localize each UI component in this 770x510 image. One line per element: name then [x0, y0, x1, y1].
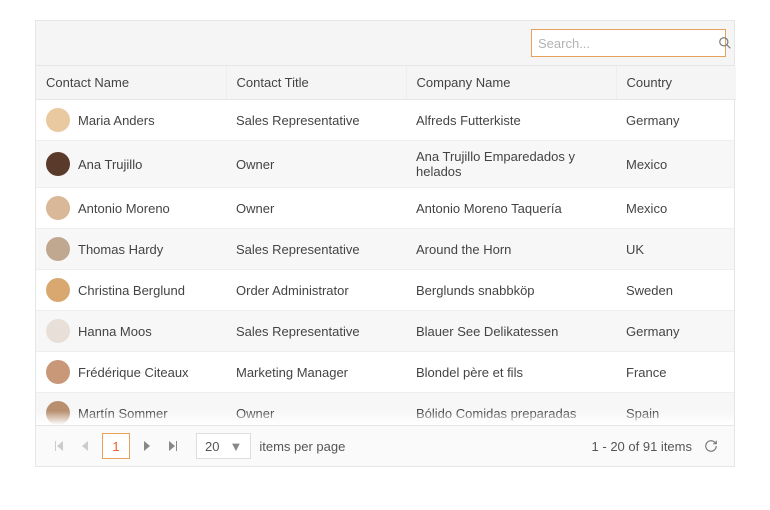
cell-contact-title: Order Administrator	[226, 270, 406, 311]
cell-country: UK	[616, 229, 734, 270]
cell-contact-title: Owner	[226, 141, 406, 188]
grid-header-table: Contact Name Contact Title Company Name …	[36, 66, 736, 100]
table-row[interactable]: Thomas Hardy Sales RepresentativeAround t…	[36, 229, 734, 270]
search-input[interactable]	[538, 36, 714, 51]
grid-toolbar	[36, 21, 734, 66]
cell-company-name: Around the Horn	[406, 229, 616, 270]
column-header-country[interactable]: Country	[616, 66, 736, 100]
chevron-down-icon: ▼	[229, 439, 242, 454]
pager-last-button[interactable]	[160, 433, 186, 459]
cell-contact-title: Sales Representative	[226, 100, 406, 141]
avatar	[46, 152, 70, 176]
avatar	[46, 360, 70, 384]
items-per-page-label: items per page	[259, 439, 345, 454]
cell-contact-title: Owner	[226, 188, 406, 229]
avatar	[46, 319, 70, 343]
table-row[interactable]: Antonio Moreno OwnerAntonio Moreno Taquer…	[36, 188, 734, 229]
cell-country: Sweden	[616, 270, 734, 311]
page-size-select[interactable]: 20 ▼	[196, 433, 251, 459]
cell-country: Spain	[616, 393, 734, 426]
search-icon	[718, 36, 732, 50]
cell-country: Mexico	[616, 141, 734, 188]
grid-body: Maria AndersSales RepresentativeAlfreds …	[36, 100, 734, 425]
pager-status: 1 - 20 of 91 items	[592, 439, 692, 454]
pager: 1 20 ▼ items per page 1 - 20 of 91 items	[36, 425, 734, 466]
avatar	[46, 401, 70, 425]
cell-contact-title: Sales Representative	[226, 229, 406, 270]
table-row[interactable]: Hanna Moos Sales RepresentativeBlauer See…	[36, 311, 734, 352]
cell-contact-name: Ana Trujillo	[78, 157, 142, 172]
page-size-value: 20	[205, 439, 219, 454]
pager-prev-button[interactable]	[72, 433, 98, 459]
cell-contact-name: Frédérique Citeaux	[78, 365, 189, 380]
cell-contact-title: Marketing Manager	[226, 352, 406, 393]
avatar	[46, 237, 70, 261]
column-header-contact-name[interactable]: Contact Name	[36, 66, 226, 100]
pager-first-button[interactable]	[46, 433, 72, 459]
pager-next-button[interactable]	[134, 433, 160, 459]
avatar	[46, 108, 70, 132]
cell-country: France	[616, 352, 734, 393]
cell-country: Mexico	[616, 188, 734, 229]
cell-company-name: Blondel père et fils	[406, 352, 616, 393]
table-row[interactable]: Christina Berglund Order AdministratorBer…	[36, 270, 734, 311]
avatar	[46, 278, 70, 302]
column-header-company-name[interactable]: Company Name	[406, 66, 616, 100]
cell-company-name: Berglunds snabbköp	[406, 270, 616, 311]
cell-company-name: Ana Trujillo Emparedados y helados	[406, 141, 616, 188]
cell-country: Germany	[616, 311, 734, 352]
cell-contact-name: Antonio Moreno	[78, 201, 170, 216]
cell-company-name: Blauer See Delikatessen	[406, 311, 616, 352]
table-row[interactable]: Martín Sommer OwnerBólido Comidas prepara…	[36, 393, 734, 426]
pager-current-page[interactable]: 1	[102, 433, 130, 459]
column-header-contact-title[interactable]: Contact Title	[226, 66, 406, 100]
cell-contact-title: Owner	[226, 393, 406, 426]
avatar	[46, 196, 70, 220]
data-grid: Contact Name Contact Title Company Name …	[35, 20, 735, 467]
search-box[interactable]	[531, 29, 726, 57]
cell-contact-name: Maria Anders	[78, 113, 155, 128]
table-row[interactable]: Frédérique Citeaux Marketing ManagerBlond…	[36, 352, 734, 393]
cell-contact-name: Martín Sommer	[78, 406, 168, 421]
grid-body-table: Maria AndersSales RepresentativeAlfreds …	[36, 100, 734, 425]
cell-company-name: Alfreds Futterkiste	[406, 100, 616, 141]
cell-country: Germany	[616, 100, 734, 141]
cell-contact-name: Thomas Hardy	[78, 242, 163, 257]
cell-company-name: Bólido Comidas preparadas	[406, 393, 616, 426]
cell-contact-name: Christina Berglund	[78, 283, 185, 298]
cell-contact-name: Hanna Moos	[78, 324, 152, 339]
table-row[interactable]: Ana Trujillo OwnerAna Trujillo Emparedado…	[36, 141, 734, 188]
table-row[interactable]: Maria Anders Sales RepresentativeAlfreds …	[36, 100, 734, 141]
cell-contact-title: Sales Representative	[226, 311, 406, 352]
refresh-button[interactable]	[698, 433, 724, 459]
cell-company-name: Antonio Moreno Taquería	[406, 188, 616, 229]
